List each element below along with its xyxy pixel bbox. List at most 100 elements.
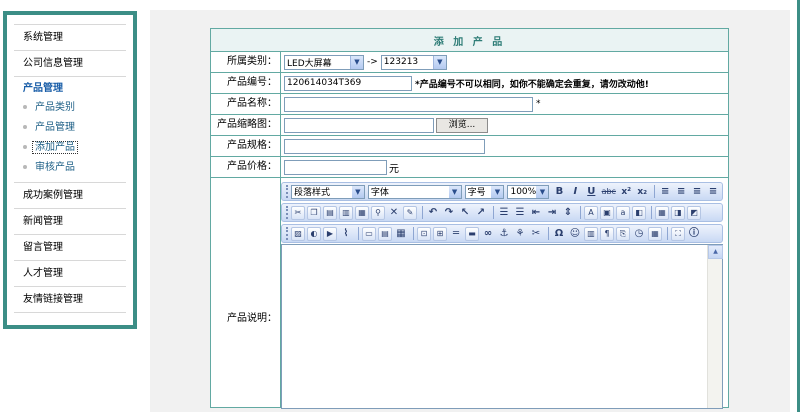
paragraph-icon[interactable]: ¶ (600, 226, 614, 241)
font-select[interactable]: 字体 ▼ (367, 184, 462, 199)
copy-icon[interactable]: ❐ (307, 205, 321, 220)
about-icon[interactable]: ⓘ (687, 227, 701, 241)
layer-icon[interactable]: ◨ (671, 205, 685, 220)
zoom-select[interactable]: 100% ▼ (507, 184, 550, 199)
scroll-up-icon[interactable]: ▲ (708, 245, 723, 259)
sidebar-subitem-product-category[interactable]: 产品类别 (14, 98, 126, 118)
horizontal-rule-icon[interactable]: ═ (449, 227, 463, 241)
page-break-icon[interactable]: ⎘ (616, 226, 630, 241)
superscript-button[interactable]: x² (619, 185, 633, 199)
spec-label: 产品规格： (211, 136, 281, 156)
price-label: 产品价格： (211, 157, 281, 177)
product-code-input[interactable]: 120614034T369 (284, 75, 412, 91)
paragraph-style-select[interactable]: 段落样式 ▼ (291, 184, 365, 199)
attachment-icon[interactable]: ⌇ (339, 227, 353, 241)
media-icon[interactable]: ▶ (323, 226, 337, 241)
field-icon[interactable]: ⊞ (433, 226, 447, 241)
sidebar-item-cases[interactable]: 成功案例管理 (14, 182, 126, 208)
toolbar-separator (413, 227, 414, 240)
underline-button[interactable]: U (584, 185, 598, 199)
sidebar-item-company[interactable]: 公司信息管理 (14, 50, 126, 76)
background-color-icon[interactable]: ▣ (600, 205, 614, 220)
paste-text-icon[interactable]: ▥ (339, 205, 353, 220)
sidebar-item-talent[interactable]: 人才管理 (14, 260, 126, 286)
required-mark: * (536, 99, 541, 109)
name-label: 产品名称： (211, 94, 281, 114)
emoticon-icon[interactable]: ☺ (568, 227, 582, 241)
remove-link-icon[interactable]: ⚘ (513, 227, 527, 241)
product-name-input[interactable] (284, 96, 533, 112)
secondary-category-select[interactable]: 123213 ▼ (380, 54, 447, 70)
toolbar-grip (286, 185, 288, 198)
product-spec-input[interactable] (284, 138, 485, 154)
font-style-icon[interactable]: a (616, 205, 630, 220)
special-char-button[interactable]: Ω (552, 227, 566, 241)
font-size-select[interactable]: 字号 ▼ (464, 184, 505, 199)
align-justify-icon[interactable]: ≡ (706, 185, 720, 199)
sidebar-item-products[interactable]: 产品管理 (14, 76, 126, 98)
calendar-icon[interactable]: ▦ (648, 226, 662, 241)
select-icon[interactable]: ↖ (458, 206, 472, 220)
editor-scrollbar[interactable]: ▲ (707, 245, 723, 408)
sidebar-subitem-review-product[interactable]: 审核产品 (14, 158, 126, 178)
ordered-list-icon[interactable]: ☰ (497, 206, 511, 220)
thumbnail-label: 产品缩略图： (211, 115, 281, 135)
style-icon[interactable]: ◩ (687, 205, 701, 220)
insert-table-icon[interactable]: ▭ (362, 226, 376, 241)
text-color-icon[interactable]: A (584, 205, 598, 220)
format-brush-icon[interactable]: ✎ (403, 205, 417, 220)
remove-format-icon[interactable]: ◧ (632, 205, 646, 220)
paste-word-icon[interactable]: ▦ (355, 205, 369, 220)
flash-icon[interactable]: ◐ (307, 226, 321, 241)
toolbar-separator (358, 227, 359, 240)
align-center-icon[interactable]: ≡ (674, 185, 688, 199)
redo-icon[interactable]: ↷ (442, 206, 456, 220)
thumbnail-file-input[interactable] (284, 117, 434, 133)
table-properties-icon[interactable]: ▤ (378, 226, 392, 241)
name-row: 产品名称： * (211, 93, 728, 114)
form-icon[interactable]: ⊡ (417, 226, 431, 241)
delete-icon[interactable]: ✕ (387, 206, 401, 220)
sidebar-subitem-add-product[interactable]: 添加产品 (14, 138, 126, 158)
product-price-input[interactable] (284, 159, 387, 175)
category-row: 所属类别： LED大屏幕 ▼ -> 123213 ▼ (211, 51, 728, 72)
sidebar-item-news[interactable]: 新闻管理 (14, 208, 126, 234)
browse-button[interactable]: 浏览... (436, 117, 488, 133)
primary-category-select[interactable]: LED大屏幕 ▼ (284, 54, 364, 70)
sidebar-item-messages[interactable]: 留言管理 (14, 234, 126, 260)
find-icon[interactable]: ⚲ (371, 205, 385, 220)
table-icon[interactable]: ▦ (655, 205, 669, 220)
chevron-down-icon: ▼ (491, 185, 504, 198)
line-height-icon[interactable]: ⇕ (561, 206, 575, 220)
align-left-icon[interactable]: ≡ (658, 185, 672, 199)
image-icon[interactable]: ▨ (291, 226, 305, 241)
grid-icon[interactable]: ▦ (394, 227, 408, 241)
italic-button[interactable]: I (568, 185, 582, 199)
special-link-icon[interactable]: ✂ (529, 227, 543, 241)
link-icon[interactable]: ∞ (481, 227, 495, 241)
bold-button[interactable]: B (552, 185, 566, 199)
price-unit: 元 (389, 163, 399, 175)
template-icon[interactable]: ▥ (584, 226, 598, 241)
align-right-icon[interactable]: ≡ (690, 185, 704, 199)
cut-icon[interactable]: ✂ (291, 205, 305, 220)
marquee-icon[interactable]: ▬ (465, 226, 479, 241)
outdent-icon[interactable]: ⇤ (529, 206, 543, 220)
sidebar-item-system[interactable]: 系统管理 (14, 24, 126, 50)
unordered-list-icon[interactable]: ☰ (513, 206, 527, 220)
paste-icon[interactable]: ▤ (323, 205, 337, 220)
fullscreen-icon[interactable]: ⛶ (671, 226, 685, 241)
sidebar-item-links[interactable]: 友情链接管理 (14, 286, 126, 312)
toolbar-separator (667, 227, 668, 240)
clock-icon[interactable]: ◷ (632, 227, 646, 241)
strikethrough-button[interactable]: abc (600, 185, 617, 199)
toolbar-grip (286, 206, 288, 219)
anchor-icon[interactable]: ⚓ (497, 227, 511, 241)
sidebar-subitem-product-manage[interactable]: 产品管理 (14, 118, 126, 138)
indent-icon[interactable]: ⇥ (545, 206, 559, 220)
pointer-icon[interactable]: ↗ (474, 206, 488, 220)
undo-icon[interactable]: ↶ (426, 206, 440, 220)
subscript-button[interactable]: x₂ (635, 185, 649, 199)
category-label: 所属类别： (211, 52, 281, 72)
editor-content-area[interactable]: ▲ (281, 244, 723, 409)
